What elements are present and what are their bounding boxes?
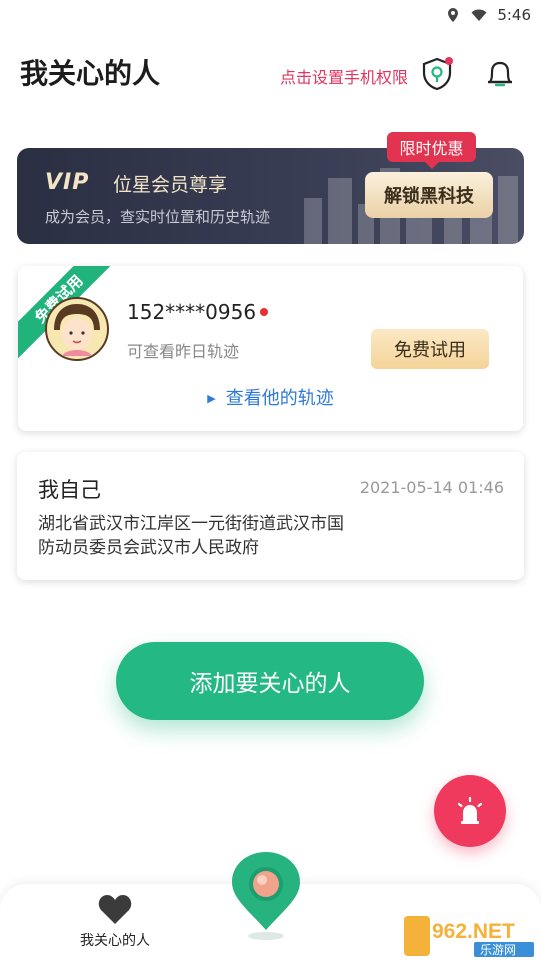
nav-item-care[interactable]: 我关心的人 [60, 892, 170, 950]
history-note: 可查看昨日轨迹 [127, 342, 240, 361]
self-timestamp: 2021-05-14 01:46 [359, 478, 504, 497]
alarm-icon [457, 796, 483, 824]
status-bar: 5:46 [0, 0, 541, 30]
contact-card[interactable]: 免费试用 152****0956 可查看昨日轨迹 免费试用 ▶ 查看他的轨迹 [18, 266, 523, 431]
view-track-link[interactable]: ▶ 查看他的轨迹 [18, 384, 523, 410]
bell-icon[interactable] [482, 56, 518, 92]
page-title: 我关心的人 [20, 57, 161, 90]
self-name: 我自己 [38, 478, 101, 502]
vip-title: 位星会员尊享 [113, 174, 228, 196]
add-care-person-button[interactable]: 添加要关心的人 [116, 642, 424, 720]
center-location-pin-icon[interactable] [228, 850, 304, 942]
vip-banner[interactable]: VIP 位星会员尊享 成为会员，查实时位置和历史轨迹 解锁黑科技 [17, 148, 524, 244]
play-triangle-icon: ▶ [207, 392, 216, 405]
heart-icon [98, 895, 132, 924]
avatar [45, 297, 109, 361]
self-card[interactable]: 我自己 2021-05-14 01:46 湖北省武汉市江岸区一元街街道武汉市国 … [17, 452, 524, 580]
alarm-button[interactable] [434, 775, 506, 847]
nav-label-care: 我关心的人 [80, 933, 150, 949]
wifi-icon [471, 9, 487, 21]
vip-subtitle: 成为会员，查实时位置和历史轨迹 [45, 208, 271, 226]
online-status-dot [260, 308, 268, 316]
location-icon [448, 8, 459, 22]
watermark-brand: 962.NET [432, 920, 515, 943]
site-watermark-logo: 962.NET 乐游网 [404, 916, 534, 957]
permission-link[interactable]: 点击设置手机权限 [280, 64, 408, 88]
self-address: 湖北省武汉市江岸区一元街街道武汉市国 防动员委员会武汉市人民政府 [38, 512, 398, 560]
contact-phone: 152****0956 [127, 300, 257, 324]
free-trial-button[interactable]: 免费试用 [371, 329, 489, 369]
view-track-label: 查看他的轨迹 [225, 388, 334, 409]
vip-logo: VIP [45, 170, 90, 195]
promo-tag: 限时优惠 [387, 132, 476, 169]
address-line-1: 湖北省武汉市江岸区一元街街道武汉市国 [38, 514, 344, 534]
header: 我关心的人 点击设置手机权限 [0, 48, 541, 98]
watermark-sub: 乐游网 [480, 943, 516, 957]
address-line-2: 防动员委员会武汉市人民政府 [38, 538, 259, 558]
shield-location-icon[interactable] [420, 56, 454, 92]
status-time: 5:46 [497, 6, 531, 24]
unlock-button[interactable]: 解锁黑科技 [365, 172, 493, 218]
